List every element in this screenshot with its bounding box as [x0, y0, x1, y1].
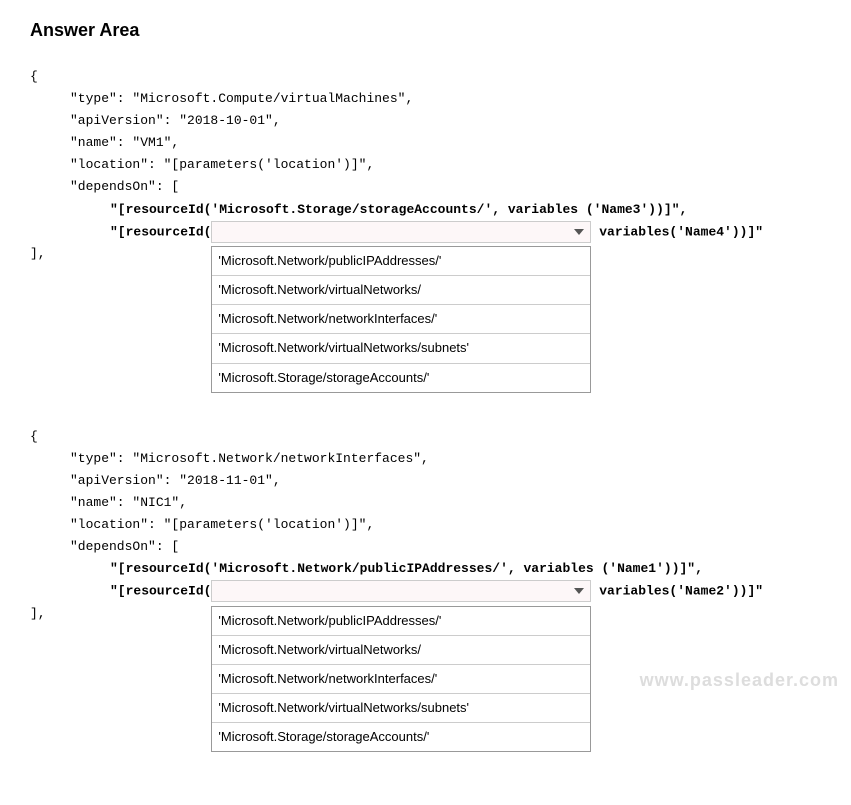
dropdown-list-1: 'Microsoft.Network/publicIPAddresses/' '…: [211, 246, 591, 392]
api-line: "apiVersion": "2018-11-01",: [30, 470, 821, 492]
dropdown-option[interactable]: 'Microsoft.Storage/storageAccounts/': [212, 364, 590, 392]
dropdown-option[interactable]: 'Microsoft.Network/virtualNetworks/: [212, 636, 590, 665]
brace-open: {: [30, 426, 821, 448]
dropdown-option[interactable]: 'Microsoft.Network/virtualNetworks/subne…: [212, 334, 590, 363]
name-line: "name": "VM1",: [30, 132, 821, 154]
dropdown-list-2: 'Microsoft.Network/publicIPAddresses/' '…: [211, 606, 591, 752]
dropdown-option[interactable]: 'Microsoft.Network/virtualNetworks/subne…: [212, 694, 590, 723]
chevron-down-icon: [574, 588, 584, 594]
code-block-2: { "type": "Microsoft.Network/networkInte…: [30, 426, 821, 756]
brace-open: {: [30, 66, 821, 88]
api-line: "apiVersion": "2018-10-01",: [30, 110, 821, 132]
dep2-pre: "[resourceId(: [110, 584, 211, 599]
code-block-1: { "type": "Microsoft.Compute/virtualMach…: [30, 66, 821, 396]
dropdown-option[interactable]: 'Microsoft.Network/publicIPAddresses/': [212, 247, 590, 276]
dep2-line: "[resourceId( 'Microsoft.Network/publicI…: [30, 221, 821, 244]
dropdown-1[interactable]: 'Microsoft.Network/publicIPAddresses/' '…: [211, 221, 591, 244]
location-line: "location": "[parameters('location')]",: [30, 514, 821, 536]
dep2-pre: "[resourceId(: [110, 224, 211, 239]
type-line: "type": "Microsoft.Compute/virtualMachin…: [30, 88, 821, 110]
dropdown-option[interactable]: 'Microsoft.Network/networkInterfaces/': [212, 305, 590, 334]
dropdown-2[interactable]: 'Microsoft.Network/publicIPAddresses/' '…: [211, 580, 591, 603]
dep1-line: "[resourceId('Microsoft.Network/publicIP…: [30, 558, 821, 580]
dropdown-select[interactable]: [211, 580, 591, 602]
dropdown-option[interactable]: 'Microsoft.Storage/storageAccounts/': [212, 723, 590, 751]
type-line: "type": "Microsoft.Network/networkInterf…: [30, 448, 821, 470]
dropdown-select[interactable]: [211, 221, 591, 243]
location-line: "location": "[parameters('location')]",: [30, 154, 821, 176]
dep1-line: "[resourceId('Microsoft.Storage/storageA…: [30, 199, 821, 221]
dropdown-option[interactable]: 'Microsoft.Network/virtualNetworks/: [212, 276, 590, 305]
dependson-line: "dependsOn": [: [30, 176, 821, 198]
name-line: "name": "NIC1",: [30, 492, 821, 514]
dropdown-option[interactable]: 'Microsoft.Network/publicIPAddresses/': [212, 607, 590, 636]
dep2-post: variables('Name2'))]": [591, 584, 763, 599]
dependson-line: "dependsOn": [: [30, 536, 821, 558]
dep2-line: "[resourceId( 'Microsoft.Network/publicI…: [30, 580, 821, 603]
dropdown-option[interactable]: 'Microsoft.Network/networkInterfaces/': [212, 665, 590, 694]
chevron-down-icon: [574, 229, 584, 235]
dep2-post: variables('Name4'))]": [591, 224, 763, 239]
page-title: Answer Area: [30, 20, 821, 41]
